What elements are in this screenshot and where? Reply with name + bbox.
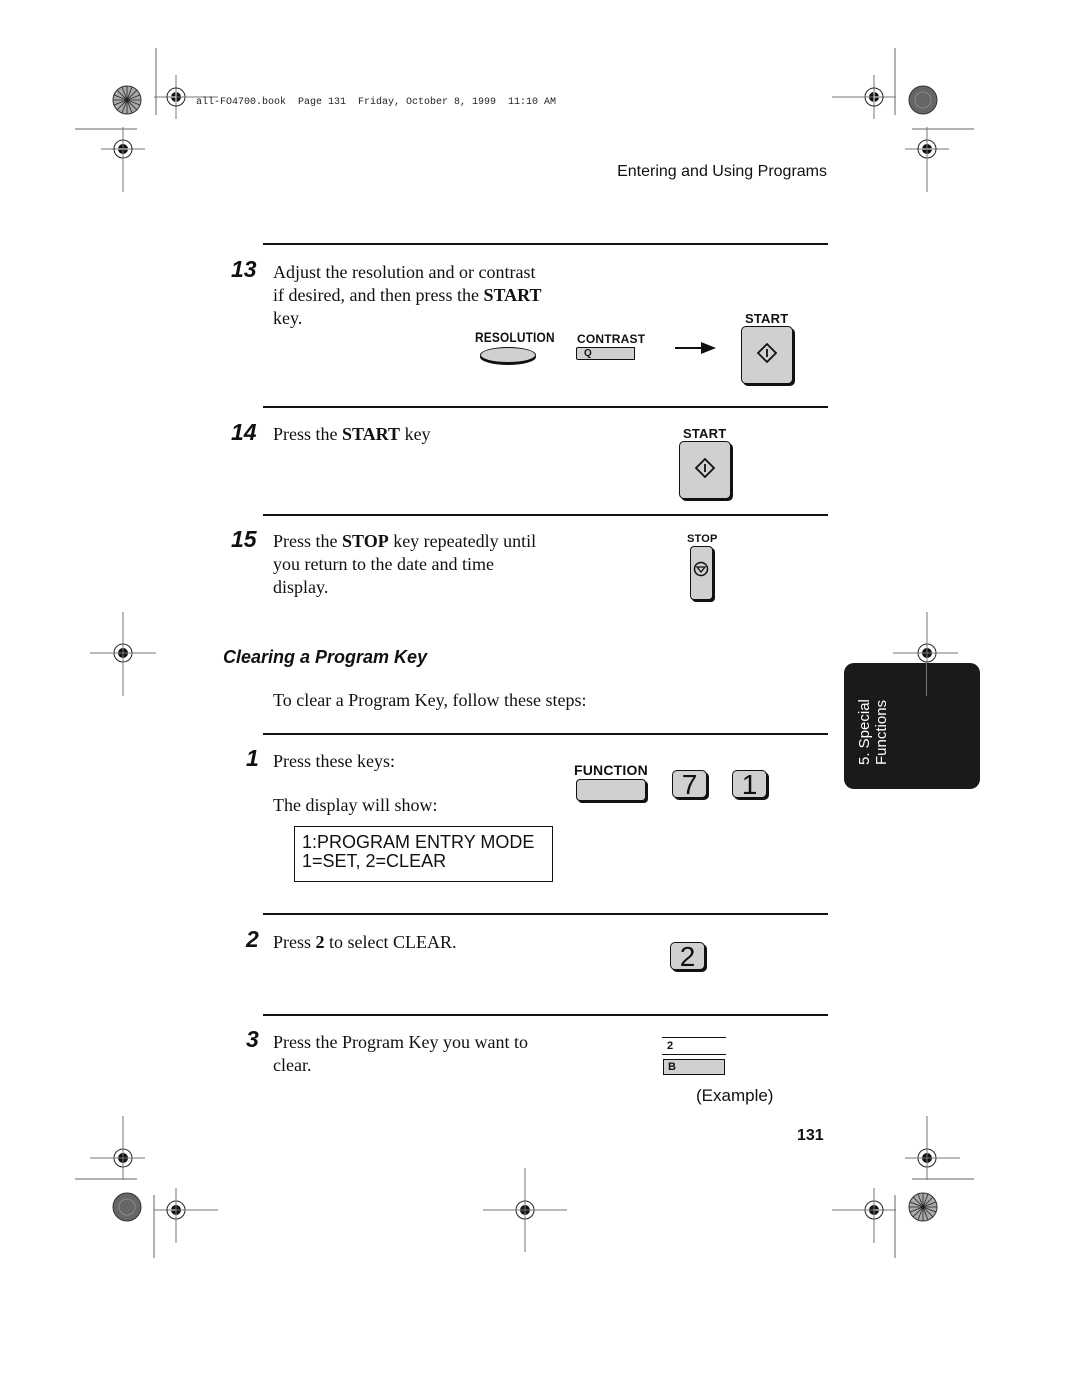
contrast-key[interactable]: Q — [576, 347, 635, 360]
section-intro: To clear a Program Key, follow these ste… — [273, 690, 587, 710]
divider — [263, 406, 828, 408]
start-diamond-icon — [756, 342, 778, 364]
registration-star-icon — [908, 1192, 938, 1222]
contrast-label: CONTRAST — [577, 332, 646, 346]
function-label: FUNCTION — [574, 762, 648, 778]
start-diamond-icon — [694, 457, 716, 479]
step-number: 15 — [231, 526, 257, 552]
chapter-tab[interactable]: 5. Special Functions — [844, 663, 980, 789]
step-number: 2 — [246, 926, 259, 952]
resolution-label: RESOLUTION — [475, 329, 555, 345]
step-number: 14 — [231, 419, 257, 445]
registration-dot-icon — [112, 1192, 142, 1222]
page-number: 131 — [797, 1127, 824, 1144]
program-key-mid-line — [662, 1054, 726, 1055]
display-line-2: 1=SET, 2=CLEAR — [302, 851, 447, 871]
divider — [263, 913, 828, 915]
program-key-b[interactable]: B — [663, 1059, 725, 1075]
section-title: Clearing a Program Key — [223, 647, 428, 667]
step-number: 13 — [231, 256, 257, 282]
key-2[interactable]: 2 — [670, 942, 705, 971]
step-15-text: Press the STOP key repeatedly until you … — [273, 531, 537, 597]
display-line-1: 1:PROGRAM ENTRY MODE — [302, 832, 535, 852]
step-13-text: Adjust the resolution and or contrast if… — [273, 262, 542, 328]
divider — [263, 1014, 828, 1016]
function-key[interactable] — [576, 779, 646, 801]
key-7[interactable]: 7 — [672, 770, 707, 799]
print-header: all-FO4700.book Page 131 Friday, October… — [196, 97, 557, 108]
chapter-tab-label: 5. Special Functions — [856, 699, 890, 765]
program-key-top-line — [662, 1037, 726, 1038]
divider — [263, 243, 828, 245]
clear-step-2-text: Press 2 to select CLEAR. — [273, 932, 457, 952]
divider — [263, 514, 828, 516]
running-header: Entering and Using Programs — [617, 163, 827, 180]
step-number: 1 — [246, 745, 259, 771]
step-number: 3 — [246, 1026, 259, 1052]
program-key-number: 2 — [667, 1040, 674, 1052]
display-panel: 1:PROGRAM ENTRY MODE 1=SET, 2=CLEAR — [294, 826, 553, 882]
stop-label: STOP — [687, 533, 718, 545]
start-key[interactable] — [741, 326, 793, 384]
clear-step-1-text: Press these keys: — [273, 751, 395, 771]
resolution-key[interactable] — [480, 347, 536, 363]
divider — [263, 733, 828, 735]
step-14-text: Press the START key — [273, 424, 431, 444]
clear-step-3-text: Press the Program Key you want to clear. — [273, 1032, 528, 1075]
example-label: (Example) — [696, 1086, 774, 1105]
start-label: START — [683, 426, 727, 441]
registration-dot-icon — [908, 85, 938, 115]
key-1[interactable]: 1 — [732, 770, 767, 799]
clear-step-1-subtext: The display will show: — [273, 795, 438, 815]
crop-line — [926, 662, 927, 696]
arrow-right-icon — [675, 342, 716, 354]
stop-key[interactable] — [690, 546, 713, 600]
start-label: START — [745, 311, 789, 326]
registration-star-icon — [112, 85, 142, 115]
stop-icon — [693, 561, 709, 577]
start-key[interactable] — [679, 441, 731, 499]
